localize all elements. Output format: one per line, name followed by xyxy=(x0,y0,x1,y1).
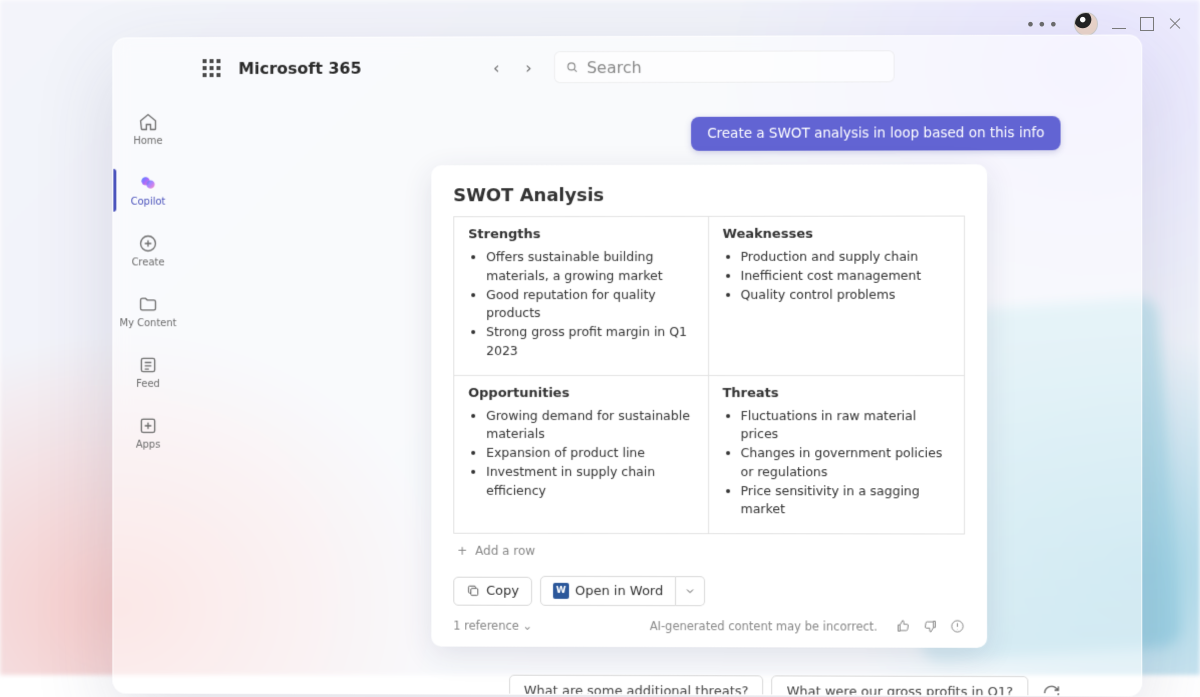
rail-label: My Content xyxy=(120,318,177,329)
report-icon[interactable] xyxy=(950,619,965,634)
swot-item: Expansion of product line xyxy=(486,444,693,463)
copy-icon xyxy=(466,584,480,598)
search-icon xyxy=(565,60,579,74)
refresh-icon[interactable] xyxy=(1042,684,1060,697)
left-rail: Home Copilot Create My Content Feed Apps xyxy=(113,38,182,692)
copy-button[interactable]: Copy xyxy=(453,576,532,605)
swot-cell-opportunities[interactable]: Opportunities Growing demand for sustain… xyxy=(454,375,708,533)
open-in-word-button[interactable]: W Open in Word xyxy=(540,576,676,606)
swot-item: Production and supply chain xyxy=(741,248,950,267)
home-icon xyxy=(138,112,158,132)
open-in-word-caret[interactable] xyxy=(676,576,705,606)
swot-cell-weaknesses[interactable]: Weaknesses Production and supply chain I… xyxy=(709,217,964,376)
rail-item-copilot[interactable]: Copilot xyxy=(113,169,182,212)
card-title: SWOT Analysis xyxy=(453,184,965,206)
plus-circle-icon xyxy=(138,234,158,254)
card-actions: Copy W Open in Word xyxy=(453,576,965,607)
swot-item: Strong gross profit margin in Q1 2023 xyxy=(486,323,693,361)
suggestion-row: What are some additional threats? What w… xyxy=(509,675,1061,697)
maximize-button[interactable] xyxy=(1140,17,1154,31)
app-window: Home Copilot Create My Content Feed Apps… xyxy=(112,35,1142,697)
rail-item-apps[interactable]: Apps xyxy=(113,412,182,455)
add-row-button[interactable]: Add a row xyxy=(453,534,965,573)
thumbs-down-icon[interactable] xyxy=(923,619,938,634)
rail-label: Copilot xyxy=(131,197,166,208)
swot-table: Strengths Offers sustainable building ma… xyxy=(453,216,965,535)
swot-item: Changes in government policies or regula… xyxy=(741,444,950,482)
swot-cell-strengths[interactable]: Strengths Offers sustainable building ma… xyxy=(454,217,708,376)
copy-label: Copy xyxy=(486,583,519,598)
open-in-word-splitbutton: W Open in Word xyxy=(540,576,705,606)
swot-item: Investment in supply chain efficiency xyxy=(486,463,693,501)
card-footer: 1 reference AI-generated content may be … xyxy=(453,618,965,634)
search-input[interactable]: Search xyxy=(554,50,895,83)
rail-item-create[interactable]: Create xyxy=(113,230,182,273)
swot-heading: Opportunities xyxy=(468,385,693,400)
window-close-button[interactable] xyxy=(1168,17,1182,31)
thumbs-up-icon[interactable] xyxy=(896,619,911,634)
copilot-icon xyxy=(138,173,158,193)
more-icon[interactable]: ••• xyxy=(1026,15,1060,34)
response-card: SWOT Analysis Strengths Offers sustainab… xyxy=(431,164,987,648)
ai-disclaimer: AI-generated content may be incorrect. xyxy=(650,619,878,634)
feed-icon xyxy=(138,355,158,375)
feedback-row: AI-generated content may be incorrect. xyxy=(650,618,965,634)
app-header: Microsoft 365 ‹ › Search xyxy=(183,36,1141,99)
search-placeholder: Search xyxy=(587,57,642,76)
rail-label: Create xyxy=(132,257,165,268)
suggestion-chip[interactable]: What were our gross profits in Q1? xyxy=(772,675,1029,696)
swot-item: Quality control problems xyxy=(741,285,950,304)
swot-item: Price sensitivity in a sagging market xyxy=(741,482,950,520)
apps-icon xyxy=(138,416,158,436)
swot-item: Fluctuations in raw material prices xyxy=(741,407,950,445)
minimize-button[interactable] xyxy=(1112,27,1126,29)
swot-heading: Threats xyxy=(723,386,950,401)
swot-cell-threats[interactable]: Threats Fluctuations in raw material pri… xyxy=(709,376,964,534)
suggestion-chip[interactable]: What are some additional threats? xyxy=(509,675,764,697)
user-message: Create a SWOT analysis in loop based on … xyxy=(691,116,1060,151)
chevron-down-icon xyxy=(684,585,696,597)
chat-main: Create a SWOT analysis in loop based on … xyxy=(183,96,1141,696)
nav-back-button[interactable]: ‹ xyxy=(489,54,503,81)
references-toggle[interactable]: 1 reference xyxy=(453,618,532,632)
rail-label: Home xyxy=(133,136,162,147)
rail-label: Feed xyxy=(136,379,160,390)
swot-heading: Strengths xyxy=(468,227,693,242)
word-icon: W xyxy=(553,583,569,599)
brand-title: Microsoft 365 xyxy=(238,58,361,77)
app-launcher-icon[interactable] xyxy=(203,59,221,77)
avatar[interactable] xyxy=(1074,12,1098,36)
swot-item: Inefficient cost management xyxy=(741,266,950,285)
swot-item: Offers sustainable building materials, a… xyxy=(486,248,693,286)
rail-label: Apps xyxy=(136,440,161,451)
nav-forward-button[interactable]: › xyxy=(521,54,535,81)
open-in-word-label: Open in Word xyxy=(575,583,663,598)
swot-item: Growing demand for sustainable materials xyxy=(486,406,693,444)
swot-item: Good reputation for quality products xyxy=(486,285,693,323)
rail-item-feed[interactable]: Feed xyxy=(113,351,182,394)
swot-heading: Weaknesses xyxy=(723,227,950,242)
rail-item-mycontent[interactable]: My Content xyxy=(113,290,182,333)
folder-icon xyxy=(138,294,158,314)
rail-item-home[interactable]: Home xyxy=(113,108,182,151)
